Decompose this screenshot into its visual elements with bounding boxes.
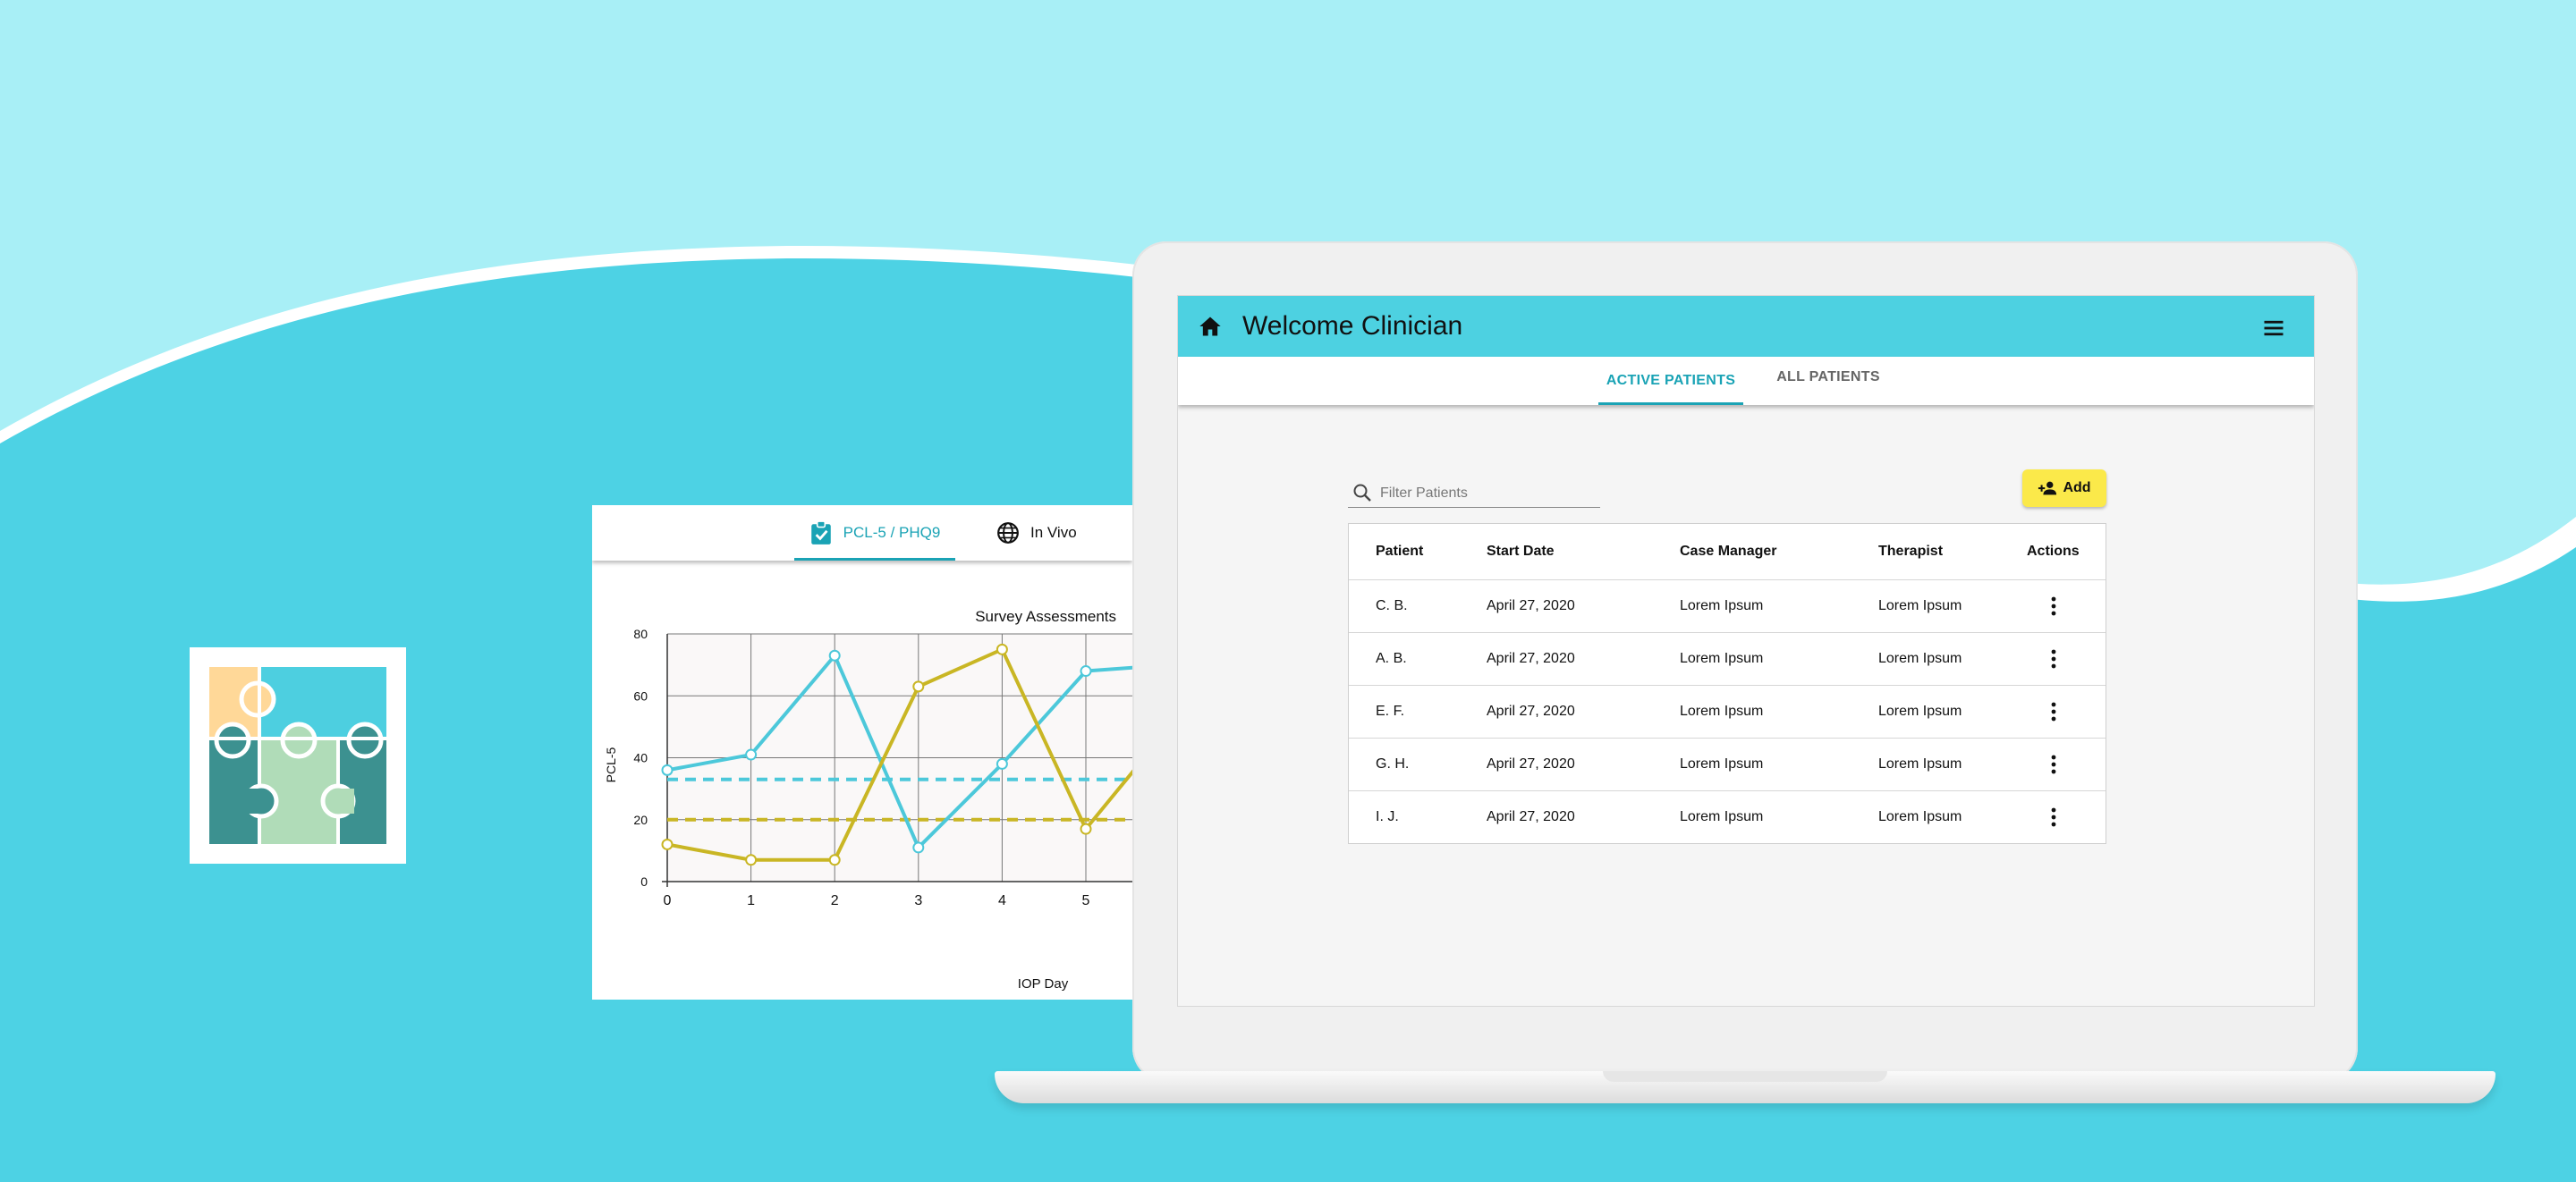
survey-chart-panel: PCL-5 / PHQ9 In Vivo 0 20 40 60 80 0 1 2 3 4 5 Surv… bbox=[592, 505, 1132, 1000]
data-point bbox=[661, 838, 674, 850]
more-vert-icon[interactable] bbox=[2041, 580, 2066, 632]
x-tick-label: 0 bbox=[664, 893, 672, 908]
add-button-label: Add bbox=[2063, 480, 2091, 495]
data-point bbox=[912, 680, 925, 693]
column-header-actions: Actions bbox=[2027, 544, 2080, 559]
tab-in-vivo-label: In Vivo bbox=[1030, 524, 1077, 541]
patients-table: Patient Start Date Case Manager Therapis… bbox=[1348, 523, 2106, 844]
tab-active-patients[interactable]: ACTIVE PATIENTS bbox=[1598, 357, 1743, 405]
column-header-case-manager[interactable]: Case Manager bbox=[1680, 524, 1777, 579]
home-icon[interactable] bbox=[1198, 314, 1223, 339]
therapist-cell: Lorem Ipsum bbox=[1878, 651, 1962, 666]
x-tick-label: 1 bbox=[747, 893, 755, 908]
start-date-cell: April 27, 2020 bbox=[1487, 651, 1575, 666]
start-date-cell: April 27, 2020 bbox=[1487, 598, 1575, 613]
patient-tabs: ACTIVE PATIENTS ALL PATIENTS bbox=[1178, 357, 2314, 405]
y-tick-label: 80 bbox=[633, 627, 648, 641]
filter-patients-input[interactable] bbox=[1380, 484, 1595, 503]
data-point bbox=[996, 643, 1008, 655]
chart-title: Survey Assessments bbox=[975, 608, 1116, 625]
start-date-cell: April 27, 2020 bbox=[1487, 809, 1575, 824]
tab-in-vivo[interactable]: In Vivo bbox=[996, 505, 1077, 561]
data-point bbox=[1080, 665, 1092, 678]
filter-patients bbox=[1348, 480, 1600, 508]
table-row[interactable]: I. J. April 27, 2020 Lorem Ipsum Lorem I… bbox=[1349, 790, 2106, 843]
table-row[interactable]: G. H. April 27, 2020 Lorem Ipsum Lorem I… bbox=[1349, 738, 2106, 790]
data-point bbox=[661, 764, 674, 776]
data-point bbox=[828, 854, 841, 866]
case-manager-cell: Lorem Ipsum bbox=[1680, 809, 1764, 824]
patient-cell: A. B. bbox=[1376, 651, 1407, 666]
case-manager-cell: Lorem Ipsum bbox=[1680, 651, 1764, 666]
tab-all-patients[interactable]: ALL PATIENTS bbox=[1770, 353, 1886, 401]
y-tick-label: 40 bbox=[633, 751, 648, 765]
puzzle-logo bbox=[190, 647, 406, 864]
menu-icon[interactable] bbox=[2261, 316, 2286, 341]
x-tick-label: 3 bbox=[914, 893, 922, 908]
add-patient-button[interactable]: Add bbox=[2022, 469, 2106, 507]
tab-pcl5-phq9-label: PCL-5 / PHQ9 bbox=[843, 524, 941, 541]
y-tick-label: 20 bbox=[633, 813, 648, 827]
column-header-start-date[interactable]: Start Date bbox=[1487, 524, 1555, 579]
patient-cell: C. B. bbox=[1376, 598, 1408, 613]
therapist-cell: Lorem Ipsum bbox=[1878, 704, 1962, 719]
app-screen: Welcome Clinician ACTIVE PATIENTS ALL PA… bbox=[1177, 295, 2315, 1007]
y-tick-label: 60 bbox=[633, 688, 648, 703]
therapist-cell: Lorem Ipsum bbox=[1878, 598, 1962, 613]
laptop-notch bbox=[1603, 1071, 1887, 1082]
more-vert-icon[interactable] bbox=[2041, 739, 2066, 790]
more-vert-icon[interactable] bbox=[2041, 686, 2066, 738]
tab-indicator bbox=[1598, 402, 1743, 405]
therapist-cell: Lorem Ipsum bbox=[1878, 809, 1962, 824]
data-point bbox=[828, 649, 841, 662]
data-point bbox=[745, 748, 758, 761]
column-header-therapist[interactable]: Therapist bbox=[1878, 524, 1943, 579]
globe-icon bbox=[997, 522, 1019, 544]
patient-cell: E. F. bbox=[1376, 704, 1405, 719]
tab-active-patients-label: ACTIVE PATIENTS bbox=[1606, 373, 1736, 388]
therapist-cell: Lorem Ipsum bbox=[1878, 756, 1962, 772]
puzzle-icon bbox=[190, 647, 406, 864]
tab-all-patients-label: ALL PATIENTS bbox=[1776, 369, 1880, 384]
more-vert-icon[interactable] bbox=[2041, 633, 2066, 685]
patient-cell: G. H. bbox=[1376, 756, 1410, 772]
start-date-cell: April 27, 2020 bbox=[1487, 756, 1575, 772]
table-row[interactable]: E. F. April 27, 2020 Lorem Ipsum Lorem I… bbox=[1349, 685, 2106, 738]
chart-tabs: PCL-5 / PHQ9 In Vivo bbox=[592, 505, 1132, 561]
table-row[interactable]: A. B. April 27, 2020 Lorem Ipsum Lorem I… bbox=[1349, 632, 2106, 685]
x-tick-label: 4 bbox=[998, 893, 1006, 908]
data-point bbox=[996, 757, 1008, 770]
case-manager-cell: Lorem Ipsum bbox=[1680, 598, 1764, 613]
data-point bbox=[1080, 823, 1092, 835]
page-title: Welcome Clinician bbox=[1242, 311, 1463, 341]
patient-cell: I. J. bbox=[1376, 809, 1399, 824]
data-point bbox=[912, 841, 925, 854]
column-header-patient[interactable]: Patient bbox=[1376, 524, 1423, 579]
data-point bbox=[745, 854, 758, 866]
y-axis-label: PCL-5 bbox=[604, 747, 618, 782]
search-icon bbox=[1353, 484, 1371, 502]
more-vert-icon[interactable] bbox=[2041, 791, 2066, 843]
case-manager-cell: Lorem Ipsum bbox=[1680, 704, 1764, 719]
add-user-icon bbox=[2038, 481, 2057, 495]
x-tick-label: 2 bbox=[831, 893, 839, 908]
start-date-cell: April 27, 2020 bbox=[1487, 704, 1575, 719]
tab-pcl5-phq9[interactable]: PCL-5 / PHQ9 bbox=[794, 505, 955, 561]
clipboard-check-icon bbox=[810, 520, 831, 545]
app-bar: Welcome Clinician bbox=[1178, 296, 2314, 357]
table-row[interactable]: C. B. April 27, 2020 Lorem Ipsum Lorem I… bbox=[1349, 579, 2106, 632]
table-header: Patient Start Date Case Manager Therapis… bbox=[1349, 524, 2106, 579]
x-tick-label: 5 bbox=[1082, 893, 1090, 908]
y-tick-label: 0 bbox=[640, 874, 648, 889]
case-manager-cell: Lorem Ipsum bbox=[1680, 756, 1764, 772]
x-axis-label: IOP Day bbox=[1018, 976, 1069, 992]
survey-assessments-chart: 0 20 40 60 80 0 1 2 3 4 5 Survey Assessments IOP Day… bbox=[604, 608, 1132, 992]
